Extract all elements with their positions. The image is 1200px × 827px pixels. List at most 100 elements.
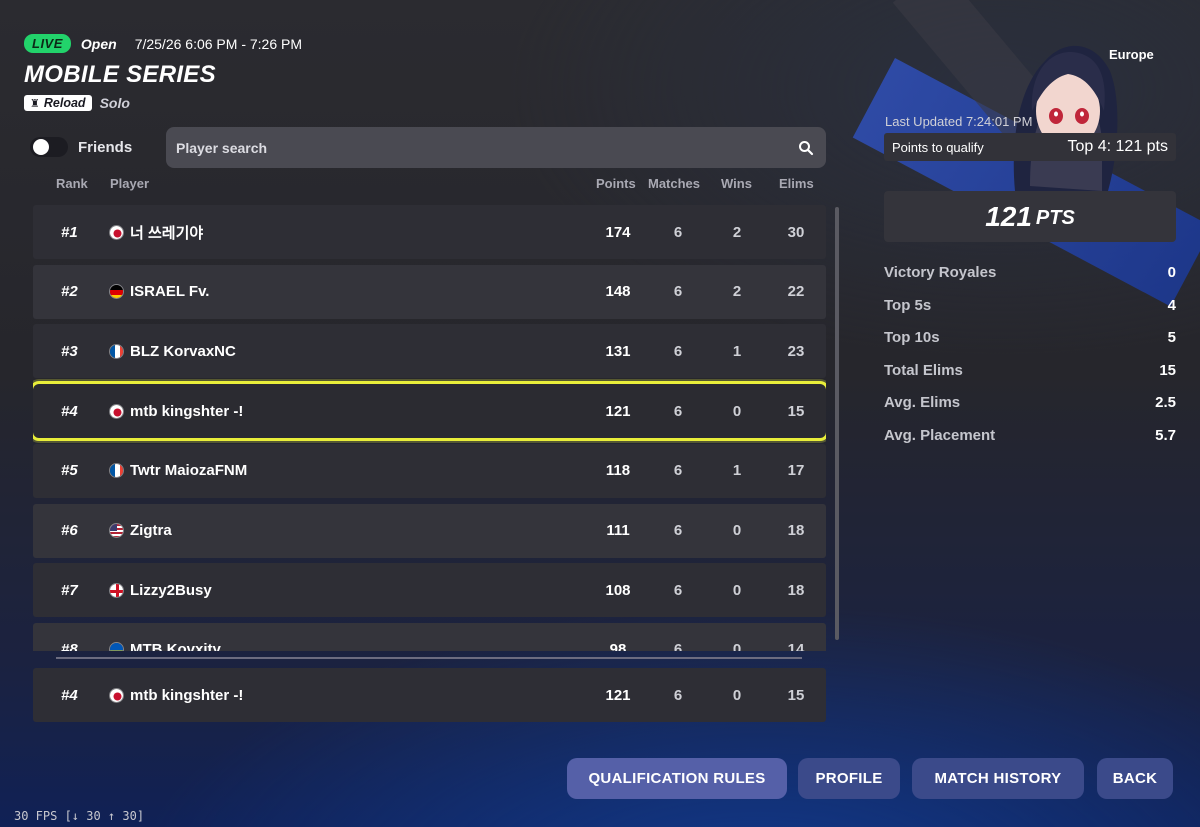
row-rank: #7: [61, 581, 78, 599]
leaderboard-row[interactable]: #2 ISRAEL Fv. 148 6 2 22: [33, 264, 826, 319]
row-rank: #4: [61, 402, 78, 420]
row-elims: 30: [787, 223, 805, 241]
row-rank: #2: [61, 283, 78, 301]
total-points-value: 121: [985, 200, 1032, 232]
points-to-qualify: Points to qualify Top 4: 121 pts: [884, 133, 1176, 161]
row-elims: 22: [787, 283, 805, 301]
fps-counter: 30 FPS [↓ 30 ↑ 30]: [14, 809, 145, 823]
player-avatar: [1013, 45, 1118, 191]
row-player: mtb kingshter -!: [109, 384, 243, 438]
stat-label: Avg. Placement: [884, 426, 996, 444]
row-elims: 18: [787, 581, 805, 599]
row-player: ISRAEL Fv.: [109, 265, 209, 319]
japan-flag-icon: [109, 403, 124, 419]
row-points: 111: [606, 522, 630, 539]
row-rank: #1: [61, 223, 78, 241]
player-name: 너 쓰레기야: [130, 224, 204, 242]
leaderboard-table: #1 너 쓰레기야 174 6 2 30 #2 ISRAEL Fv. 148 6 2 22 #3 BLZ …: [33, 205, 826, 651]
col-wins: Wins: [721, 176, 752, 191]
total-points-unit: PTS: [1035, 207, 1075, 229]
region-label: Europe: [1109, 47, 1154, 62]
event-title: MOBILE SERIES: [24, 61, 216, 88]
col-elims: Elims: [779, 176, 814, 191]
japan-flag-icon: [109, 687, 124, 703]
leaderboard-header: Rank Player Points Matches Wins Elims: [34, 176, 826, 194]
row-points: 121: [605, 402, 631, 420]
row-rank: #3: [61, 342, 78, 360]
leaderboard-row[interactable]: #6 Zigtra 111 6 0 18: [33, 503, 826, 558]
player-search-input[interactable]: [176, 139, 796, 156]
pinned-divider: [56, 657, 802, 659]
row-points: 118: [605, 462, 631, 480]
row-elims: 15: [787, 402, 805, 420]
japan-flag-icon: [109, 224, 124, 240]
total-points-box: 121 PTS: [884, 191, 1176, 242]
leaderboard-row[interactable]: #7 Lizzy2Busy 108 6 0 18: [33, 563, 826, 618]
friends-toggle[interactable]: [30, 137, 68, 157]
back-button[interactable]: BACK: [1097, 758, 1173, 799]
row-elims: 18: [787, 522, 805, 539]
row-wins: 0: [732, 522, 742, 539]
stat-total-elims: Total Elims 15: [884, 362, 1176, 395]
row-wins: 2: [732, 283, 742, 301]
player-name: Zigtra: [130, 522, 172, 539]
row-points: 148: [605, 283, 631, 301]
row-matches: 6: [673, 686, 683, 704]
stat-value: 5: [1167, 329, 1176, 346]
stat-label: Top 10s: [884, 329, 940, 346]
live-badge: LIVE: [24, 34, 71, 53]
qualification-rules-button[interactable]: QUALIFICATION RULES: [567, 758, 787, 799]
stat-label: Total Elims: [884, 361, 963, 379]
col-matches: Matches: [648, 176, 701, 191]
row-elims: 15: [787, 686, 805, 704]
stat-avg-elims: Avg. Elims 2.5: [884, 394, 1176, 427]
row-matches: 6: [673, 522, 683, 539]
row-elims: 14: [787, 641, 805, 651]
stat-top-5s: Top 5s 4: [884, 297, 1176, 330]
ukraine-flag-icon: [109, 642, 124, 651]
england-flag-icon: [109, 582, 124, 598]
stat-value: 2.5: [1155, 394, 1176, 411]
search-icon[interactable]: [796, 138, 816, 158]
last-updated: Last Updated 7:24:01 PM: [885, 114, 1033, 129]
player-name: ISRAEL Fv.: [130, 283, 210, 301]
event-header: LIVE Open 7/25/26 6:06 PM - 7:26 PM MOBI…: [24, 34, 302, 111]
row-wins: 0: [732, 402, 742, 420]
row-matches: 6: [673, 283, 683, 301]
row-rank: #4: [61, 686, 78, 704]
event-datetime: 7/25/26 6:06 PM - 7:26 PM: [134, 35, 303, 52]
stat-label: Top 5s: [884, 296, 932, 314]
stat-label: Avg. Elims: [884, 394, 961, 411]
row-matches: 6: [673, 462, 683, 480]
row-rank: #6: [61, 522, 78, 539]
pinned-player-row[interactable]: #4 mtb kingshter -! 121 6 0 15: [33, 668, 826, 722]
row-player: MTB Kovxity: [109, 623, 221, 651]
row-player: 너 쓰레기야: [109, 205, 203, 259]
row-player: mtb kingshter -!: [109, 668, 243, 722]
leaderboard-scrollbar[interactable]: [835, 207, 839, 640]
row-wins: 1: [732, 462, 742, 480]
row-player: Twtr MaiozaFNM: [109, 444, 247, 498]
leaderboard-row[interactable]: #3 BLZ KorvaxNC 131 6 1 23: [33, 324, 826, 379]
friends-filter[interactable]: Friends: [30, 137, 132, 157]
player-name: mtb kingshter -!: [130, 402, 244, 420]
leaderboard-row[interactable]: #8 MTB Kovxity 98 6 0 14: [33, 622, 826, 651]
stat-victory-royales: Victory Royales 0: [884, 264, 1176, 297]
player-search-box[interactable]: [166, 127, 826, 168]
player-name: Lizzy2Busy: [130, 581, 212, 599]
leaderboard-row[interactable]: #4 mtb kingshter -! 121 6 0 15: [33, 381, 826, 442]
leaderboard-row[interactable]: #1 너 쓰레기야 174 6 2 30: [33, 205, 826, 259]
match-history-button[interactable]: MATCH HISTORY: [912, 758, 1084, 799]
row-elims: 17: [787, 462, 805, 480]
france-flag-icon: [109, 343, 124, 359]
row-wins: 1: [732, 342, 742, 360]
usa-flag-icon: [109, 523, 124, 538]
row-points: 121: [605, 686, 631, 704]
stat-value: 4: [1167, 296, 1176, 314]
stat-avg-placement: Avg. Placement 5.7: [884, 427, 1176, 460]
leaderboard-row[interactable]: #5 Twtr MaiozaFNM 118 6 1 17: [33, 443, 826, 498]
profile-button[interactable]: PROFILE: [798, 758, 900, 799]
qualify-value: Top 4: 121 pts: [1067, 138, 1168, 155]
row-wins: 0: [732, 641, 742, 651]
row-matches: 6: [673, 641, 683, 651]
